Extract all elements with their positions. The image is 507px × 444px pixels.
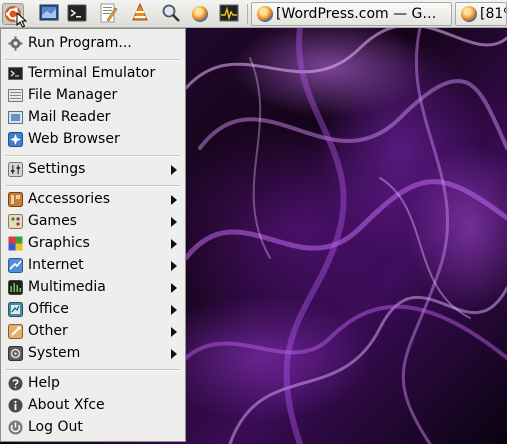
applications-menu: Run Program... Terminal Emulator File Ma…	[0, 28, 186, 442]
menu-item-label: Multimedia	[28, 279, 106, 295]
taskbar-button-81[interactable]: [81%	[455, 2, 507, 26]
menu-item-internet[interactable]: Internet	[2, 255, 184, 277]
multimedia-icon	[8, 280, 23, 295]
terminal-icon	[67, 4, 87, 22]
menu-item-office[interactable]: Office	[2, 299, 184, 321]
log-out-icon	[8, 420, 23, 435]
menu-item-label: Other	[28, 323, 68, 339]
menu-item-label: Internet	[28, 257, 84, 273]
system-icon	[8, 346, 23, 361]
help-icon	[8, 376, 23, 391]
search-icon	[162, 4, 180, 22]
firefox-icon	[461, 6, 477, 22]
system-monitor-launcher[interactable]	[219, 3, 241, 25]
menu-item-label: Games	[28, 213, 77, 229]
panel-separator	[247, 4, 248, 24]
mail-icon	[8, 111, 23, 124]
taskbar-button-label: [81%	[480, 6, 506, 22]
menu-item-label: Run Program...	[28, 35, 132, 51]
menu-item-label: Terminal Emulator	[28, 65, 156, 81]
desktop-icon	[39, 4, 59, 21]
firefox-icon	[192, 6, 208, 22]
menu-item-label: Mail Reader	[28, 109, 111, 125]
menu-item-label: Help	[28, 375, 60, 391]
taskbar-button-label: [WordPress.com — G…	[276, 6, 437, 22]
menu-item-label: Log Out	[28, 419, 83, 435]
other-icon	[8, 324, 23, 339]
settings-icon	[8, 162, 23, 177]
submenu-arrow-icon	[171, 283, 177, 293]
media-player-launcher[interactable]	[130, 2, 152, 25]
submenu-arrow-icon	[171, 327, 177, 337]
submenu-arrow-icon	[171, 349, 177, 359]
menu-item-log-out[interactable]: Log Out	[2, 417, 184, 439]
menu-item-label: Graphics	[28, 235, 90, 251]
menu-separator	[6, 185, 180, 187]
internet-icon	[8, 258, 23, 273]
mouse-pointer-icon	[16, 12, 28, 28]
terminal-launcher[interactable]	[67, 3, 89, 25]
menu-item-label: Settings	[28, 161, 86, 177]
system-monitor-icon	[219, 4, 239, 22]
menu-item-accessories[interactable]: Accessories	[2, 189, 184, 211]
menu-item-mail-reader[interactable]: Mail Reader	[2, 107, 184, 129]
text-editor-icon	[100, 3, 118, 23]
menu-item-multimedia[interactable]: Multimedia	[2, 277, 184, 299]
search-launcher[interactable]	[161, 3, 183, 25]
menu-separator	[6, 369, 180, 371]
menu-item-label: About Xfce	[28, 397, 105, 413]
menu-item-other[interactable]: Other	[2, 321, 184, 343]
taskbar-button-wordpress[interactable]: [WordPress.com — G…	[251, 2, 452, 26]
desktop-launcher[interactable]	[39, 3, 61, 25]
file-manager-icon	[8, 89, 23, 102]
menu-item-run-program[interactable]: Run Program...	[2, 33, 184, 55]
top-panel: [WordPress.com — G… [81%	[0, 0, 507, 28]
menu-item-label: Accessories	[28, 191, 111, 207]
menu-item-about-xfce[interactable]: About Xfce	[2, 395, 184, 417]
firefox-icon	[257, 6, 273, 22]
info-icon	[8, 398, 23, 413]
submenu-arrow-icon	[171, 305, 177, 315]
menu-separator	[6, 155, 180, 157]
menu-item-web-browser[interactable]: Web Browser	[2, 129, 184, 151]
accessories-icon	[8, 192, 23, 207]
web-browser-icon	[8, 132, 23, 147]
gear-icon	[8, 36, 23, 51]
menu-item-help[interactable]: Help	[2, 373, 184, 395]
menu-item-graphics[interactable]: Graphics	[2, 233, 184, 255]
terminal-icon	[8, 67, 23, 80]
firefox-launcher[interactable]	[189, 3, 211, 25]
menu-separator	[6, 59, 180, 61]
submenu-arrow-icon	[171, 195, 177, 205]
menu-item-settings[interactable]: Settings	[2, 159, 184, 181]
graphics-icon	[8, 236, 23, 251]
submenu-arrow-icon	[171, 165, 177, 175]
menu-item-label: Office	[28, 301, 69, 317]
menu-item-label: Web Browser	[28, 131, 120, 147]
menu-item-terminal-emulator[interactable]: Terminal Emulator	[2, 63, 184, 85]
submenu-arrow-icon	[171, 261, 177, 271]
menu-item-games[interactable]: Games	[2, 211, 184, 233]
media-player-icon	[132, 2, 148, 21]
office-icon	[8, 302, 23, 317]
submenu-arrow-icon	[171, 217, 177, 227]
submenu-arrow-icon	[171, 239, 177, 249]
menu-item-label: File Manager	[28, 87, 118, 103]
menu-item-label: System	[28, 345, 81, 361]
games-icon	[8, 214, 23, 229]
menu-item-system[interactable]: System	[2, 343, 184, 365]
menu-item-file-manager[interactable]: File Manager	[2, 85, 184, 107]
text-editor-launcher[interactable]	[98, 3, 120, 25]
